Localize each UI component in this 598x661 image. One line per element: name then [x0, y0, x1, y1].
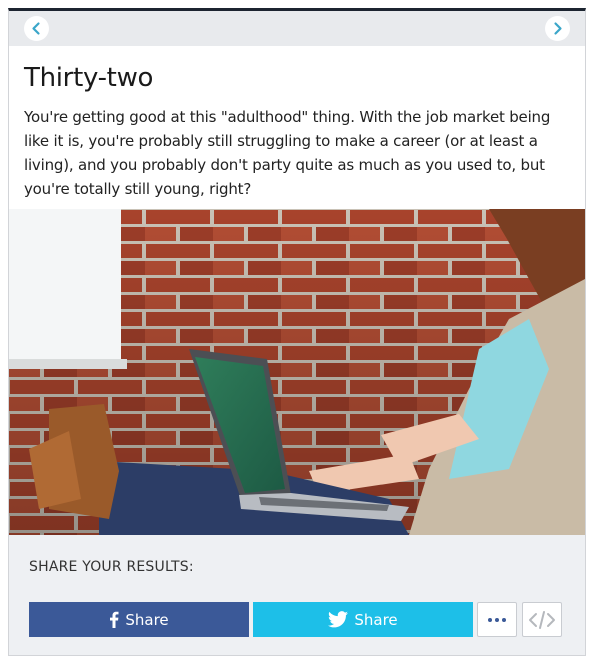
result-description: You're getting good at this "adulthood" … [24, 108, 551, 198]
next-button[interactable] [545, 16, 570, 41]
chevron-left-icon [32, 22, 40, 35]
twitter-share-button[interactable]: Share [253, 602, 473, 637]
embed-code-icon [529, 610, 555, 629]
facebook-icon [110, 611, 119, 628]
result-card: Thirty-two You're getting good at this "… [8, 8, 586, 656]
share-section: SHARE YOUR RESULTS: Share Share [9, 535, 585, 655]
share-heading: SHARE YOUR RESULTS: [29, 559, 194, 575]
embed-code-button[interactable] [522, 602, 562, 637]
facebook-share-label: Share [125, 610, 169, 629]
twitter-icon [328, 611, 349, 628]
chevron-right-icon [554, 22, 562, 35]
result-photo [9, 209, 585, 535]
twitter-share-label: Share [354, 610, 398, 629]
more-share-options-button[interactable] [477, 602, 517, 637]
navigation-bar [9, 11, 585, 46]
more-dots-icon [488, 617, 506, 622]
result-title: Thirty-two [24, 63, 154, 93]
facebook-share-button[interactable]: Share [29, 602, 249, 637]
previous-button[interactable] [24, 16, 49, 41]
